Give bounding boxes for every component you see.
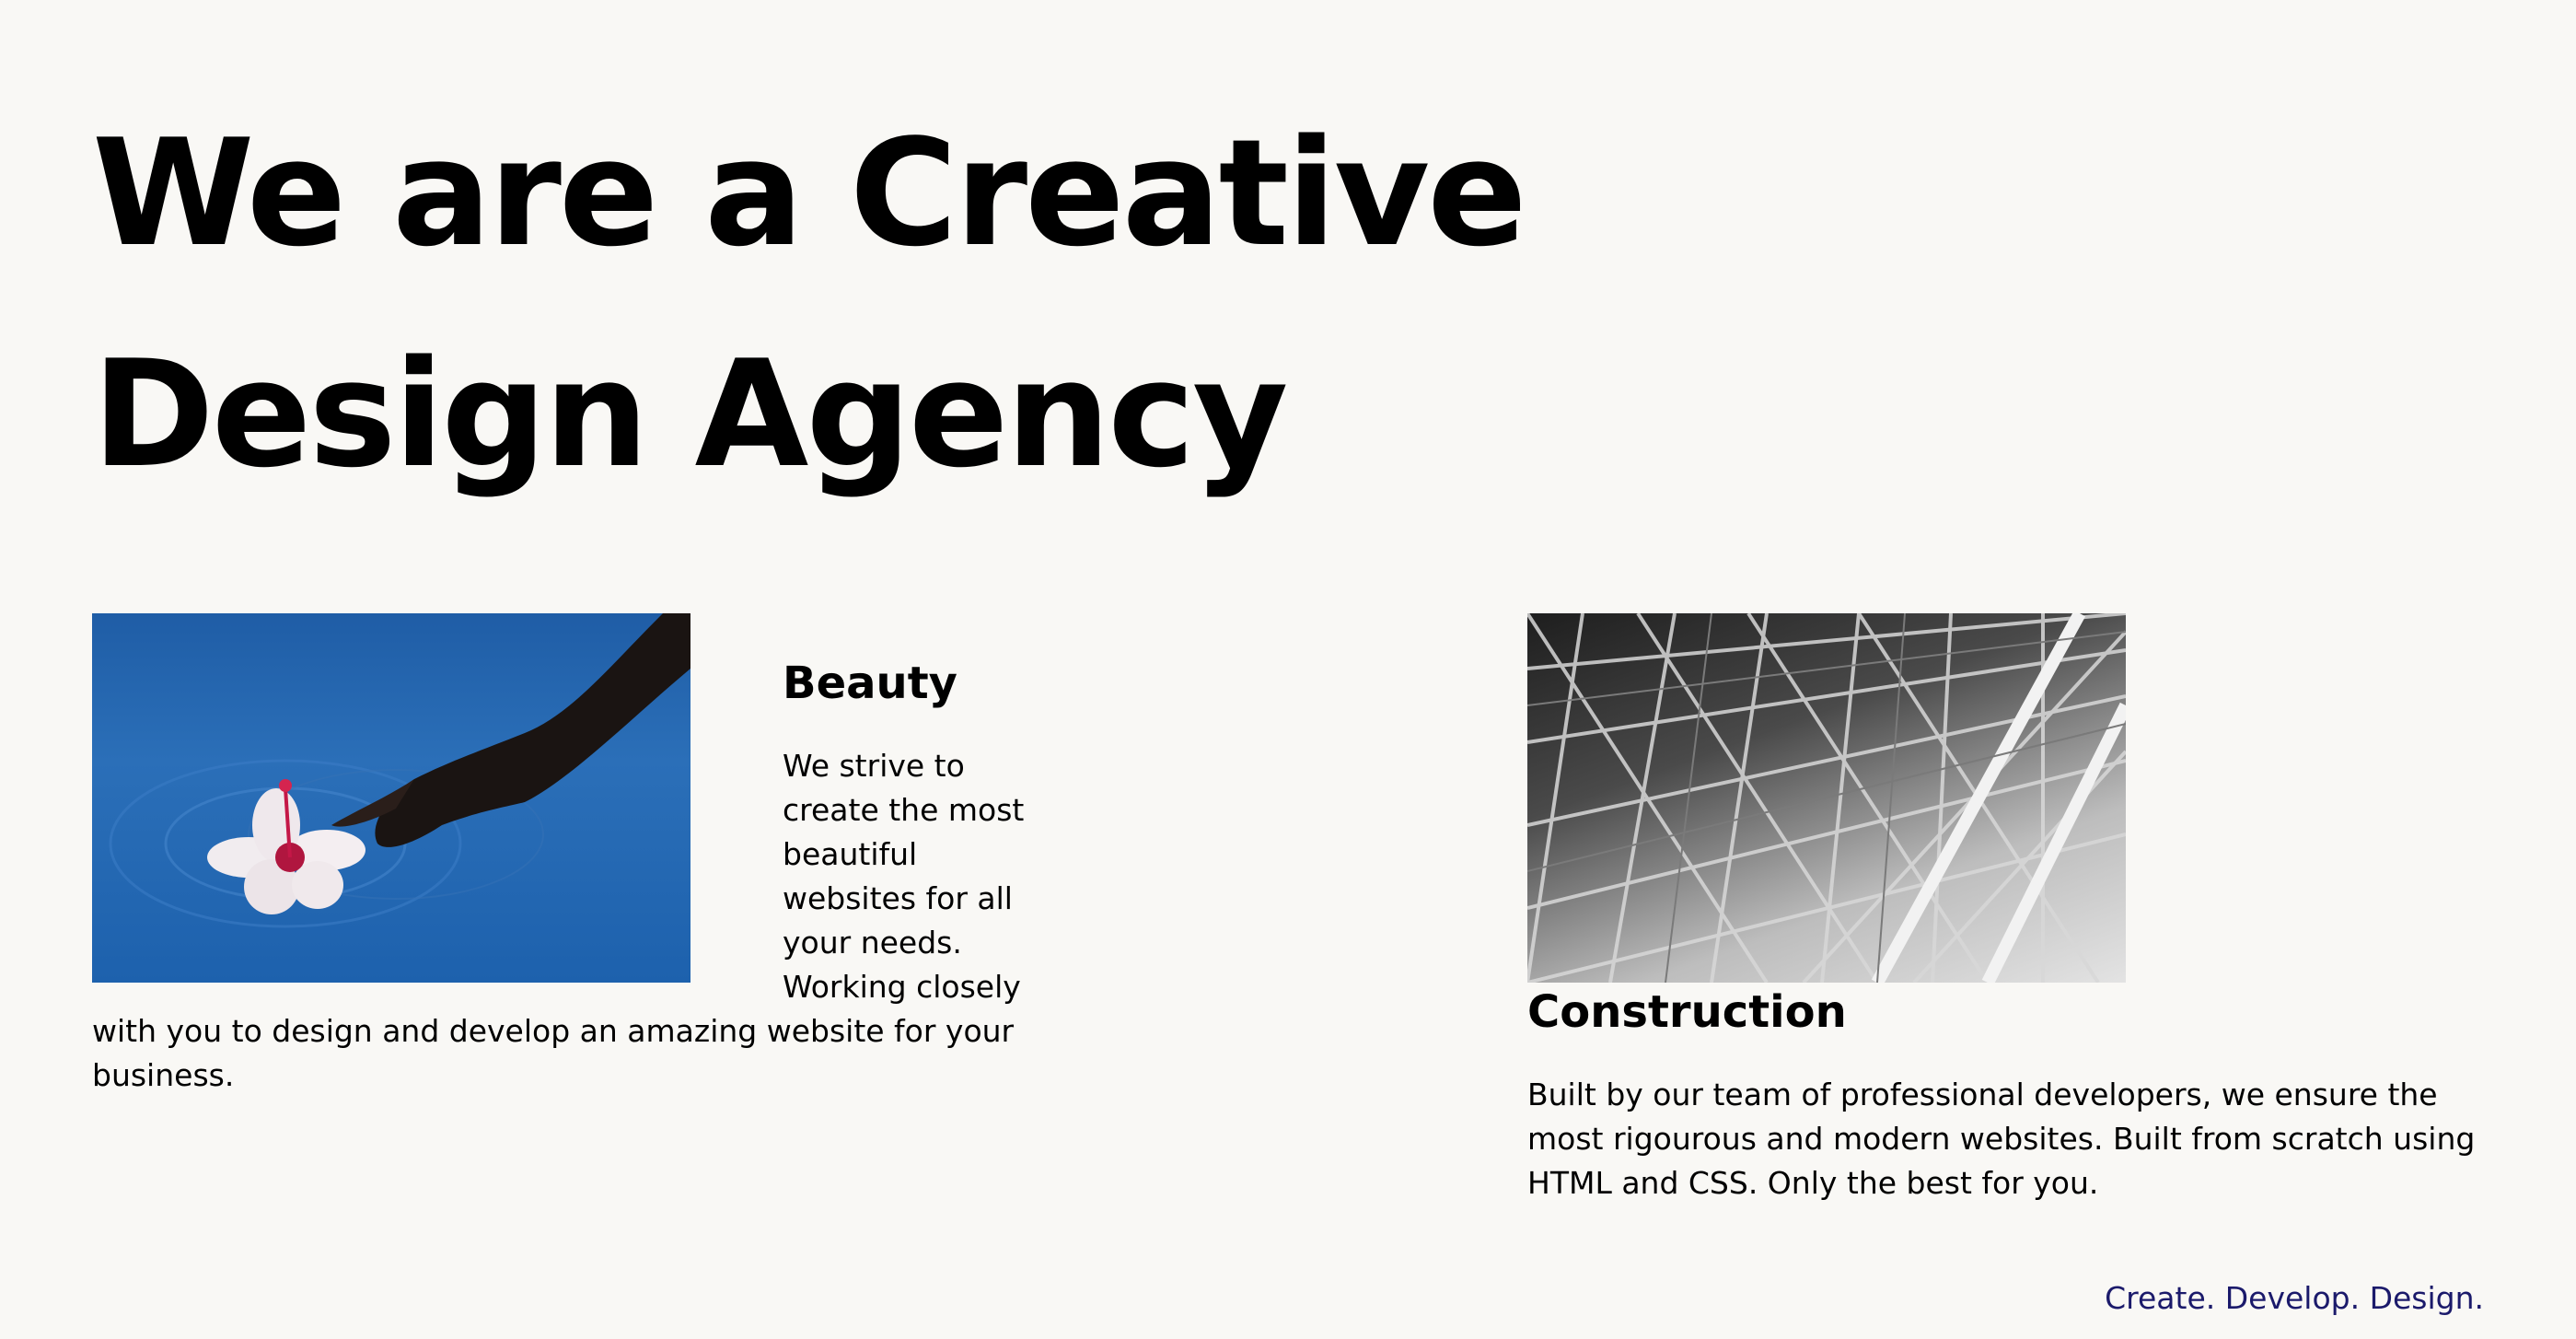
construction-text: Built by our team of professional develo… bbox=[1527, 1077, 2476, 1201]
card-construction: Construction Built by our team of profes… bbox=[1527, 613, 2485, 1205]
flower-in-water-illustration bbox=[109, 613, 690, 928]
card-beauty: Beauty We strive to create the most beau… bbox=[92, 613, 1050, 1098]
hero-title: We are a Creative Design Agency bbox=[92, 83, 1565, 525]
construction-image bbox=[1527, 613, 2126, 983]
page: We are a Creative Design Agency Beauty W… bbox=[0, 0, 2576, 1339]
hero-title-line-2: Design Agency bbox=[92, 328, 1288, 500]
steel-structure-illustration bbox=[1527, 613, 2126, 983]
hero-title-line-1: We are a Creative bbox=[92, 107, 1527, 279]
construction-heading: Construction bbox=[1527, 986, 1847, 1038]
beauty-image bbox=[92, 613, 690, 983]
footer-tagline: Create. Develop. Design. bbox=[2105, 1280, 2484, 1316]
